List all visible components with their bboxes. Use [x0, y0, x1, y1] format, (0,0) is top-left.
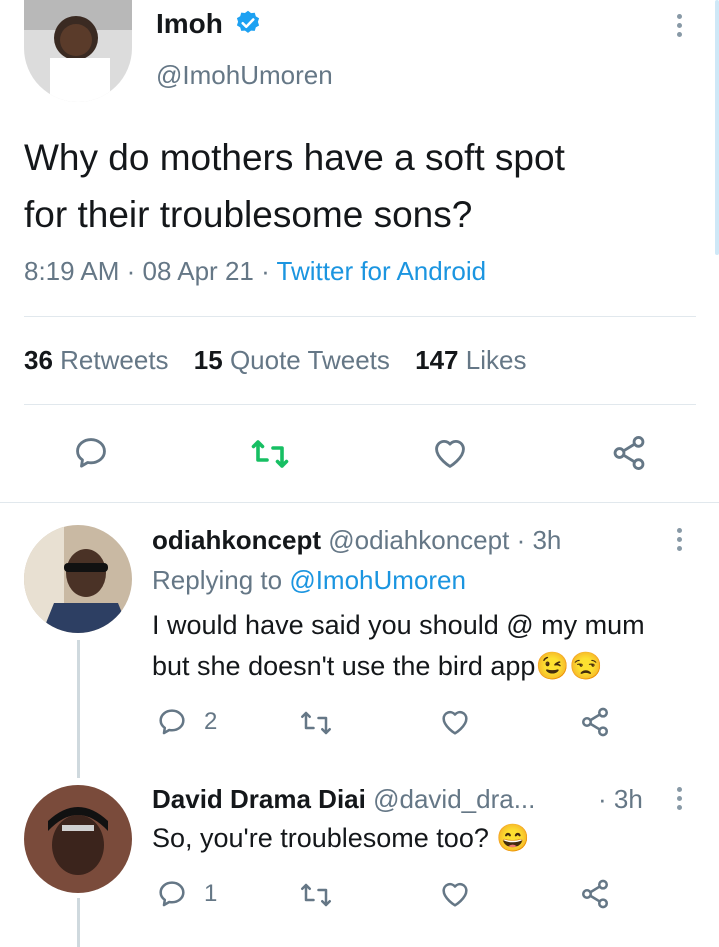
more-icon[interactable]	[677, 528, 683, 555]
retweets-count: 36	[24, 345, 53, 375]
quotes-label: Quote Tweets	[229, 345, 390, 375]
reply-icon[interactable]	[72, 434, 110, 472]
separator: ·	[261, 256, 270, 286]
tweet-text-line1: Why do mothers have a soft spot	[24, 137, 565, 178]
reply-text-line1: I would have said you should @ my mum	[152, 610, 645, 640]
reply-text: So, you're troublesome too?	[152, 823, 489, 853]
emoji: 😄	[496, 823, 530, 853]
reply-icon[interactable]	[156, 878, 188, 910]
reply-avatar[interactable]	[24, 785, 132, 893]
share-icon[interactable]	[578, 706, 612, 738]
like-icon[interactable]	[438, 706, 472, 738]
scrollbar[interactable]	[715, 0, 719, 255]
reply-text-line2: but she doesn't use the bird app😉😒	[152, 650, 603, 682]
reply-text: but she doesn't use the bird app	[152, 651, 536, 681]
share-icon[interactable]	[609, 434, 649, 472]
like-icon[interactable]	[438, 878, 472, 910]
replying-to: Replying to @ImohUmoren	[152, 565, 466, 596]
divider	[24, 316, 696, 317]
reply-author-name[interactable]: odiahkoncept	[152, 525, 321, 555]
retweet-icon[interactable]	[298, 708, 334, 738]
reply-icon[interactable]	[156, 706, 188, 738]
divider	[0, 502, 719, 503]
author-handle[interactable]: @ImohUmoren	[156, 60, 333, 91]
reply-header: odiahkoncept @odiahkoncept · 3h	[152, 525, 561, 556]
reply-text-line1: So, you're troublesome too? 😄	[152, 822, 530, 854]
like-icon[interactable]	[430, 434, 470, 472]
retweets-stat[interactable]: 36 Retweets	[24, 345, 176, 375]
likes-label: Likes	[465, 345, 527, 375]
separator: ·	[126, 256, 136, 286]
quotes-stat[interactable]: 15 Quote Tweets	[194, 345, 397, 375]
reply-time: · 3h	[598, 784, 643, 814]
divider	[24, 404, 696, 405]
tweet-date: 08 Apr 21	[142, 256, 254, 286]
tweet-time: 8:19 AM	[24, 256, 120, 286]
reply-count: 2	[204, 708, 218, 735]
share-icon[interactable]	[578, 878, 612, 910]
tweet-source[interactable]: Twitter for Android	[277, 256, 487, 286]
author-avatar[interactable]	[24, 0, 132, 102]
more-icon[interactable]	[677, 787, 683, 814]
thread-line	[77, 898, 80, 947]
likes-stat[interactable]: 147 Likes	[415, 345, 526, 375]
stats-row: 36 Retweets 15 Quote Tweets 147 Likes	[24, 345, 526, 376]
reply-author-handle[interactable]: @david_dra...	[373, 784, 535, 814]
reply-author-handle[interactable]: @odiahkoncept	[328, 525, 509, 555]
tweet-text-line2: for their troublesome sons?	[24, 194, 473, 235]
reply-author-name[interactable]: David Drama Diai	[152, 784, 366, 814]
retweet-icon[interactable]	[298, 880, 334, 910]
reply-header: David Drama Diai @david_dra...	[152, 784, 535, 815]
emoji: 😉😒	[535, 651, 603, 681]
more-icon[interactable]	[677, 14, 683, 41]
tweet-meta: 8:19 AM · 08 Apr 21 · Twitter for Androi…	[24, 256, 486, 287]
reply-avatar[interactable]	[24, 525, 132, 633]
reply-count: 1	[204, 880, 218, 907]
reply-time: · 3h	[516, 525, 562, 555]
retweet-icon[interactable]	[249, 436, 291, 472]
replying-to-label: Replying to	[152, 565, 283, 595]
replying-to-handle[interactable]: @ImohUmoren	[289, 565, 466, 595]
quotes-count: 15	[193, 345, 223, 375]
verified-badge-icon	[236, 10, 260, 33]
thread-line	[77, 640, 80, 778]
likes-count: 147	[415, 345, 459, 375]
retweets-label: Retweets	[60, 345, 169, 375]
author-name[interactable]: Imoh	[156, 8, 223, 40]
